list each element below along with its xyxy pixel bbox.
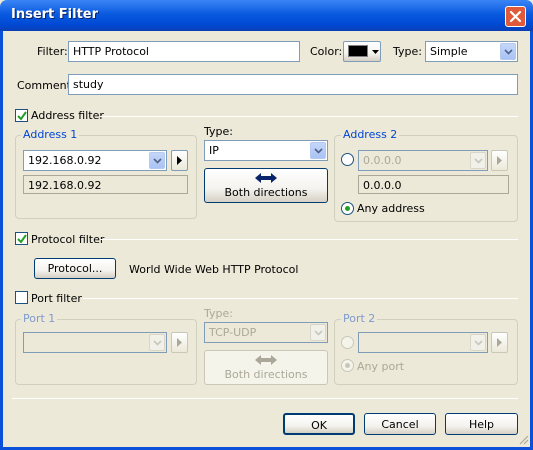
color-swatch (348, 45, 368, 57)
port2-select-arrow[interactable] (470, 334, 486, 351)
port2-specific-radio[interactable] (341, 336, 354, 349)
close-icon (509, 10, 522, 23)
address2-resolved: 0.0.0.0 (358, 175, 509, 194)
protocol-filter-separator (100, 239, 518, 240)
chevron-down-icon (314, 148, 323, 154)
address2-select[interactable]: 0.0.0.0 (358, 150, 488, 171)
port1-expand-button[interactable] (171, 332, 188, 353)
address-type-label: Type: (204, 125, 233, 138)
type-select[interactable]: Simple (425, 41, 518, 62)
address2-group-title: Address 2 (341, 128, 400, 141)
address2-specific-radio[interactable] (341, 153, 354, 166)
address-filter-label: Address filter (31, 109, 104, 122)
protocol-description: World Wide Web HTTP Protocol (129, 263, 299, 276)
port-filter-separator (83, 298, 518, 299)
help-button[interactable]: Help (445, 413, 518, 435)
port1-group-title: Port 1 (21, 312, 58, 325)
cancel-button[interactable]: Cancel (364, 413, 436, 435)
port2-select[interactable] (358, 332, 488, 353)
color-label: Color: (310, 45, 343, 58)
play-arrow-icon (177, 338, 182, 347)
address-filter-separator (100, 116, 518, 117)
chevron-down-icon (314, 330, 323, 336)
chevron-down-icon (474, 340, 483, 346)
ok-button[interactable]: OK (283, 413, 355, 435)
address2-expand-button[interactable] (491, 150, 508, 171)
double-arrow-icon (255, 173, 277, 183)
address2-select-value: 0.0.0.0 (363, 154, 402, 167)
filter-name-input[interactable]: HTTP Protocol (68, 41, 300, 62)
address1-group-title: Address 1 (21, 128, 80, 141)
port-type-label: Type: (204, 307, 233, 320)
port-type-value: TCP-UDP (209, 326, 257, 339)
chevron-down-icon (153, 340, 162, 346)
resize-grip-icon[interactable] (517, 433, 529, 445)
type-select-value: Simple (430, 45, 468, 58)
type-label: Type: (393, 45, 422, 58)
address-type-value: IP (209, 144, 219, 157)
checkmark-icon (17, 234, 27, 244)
protocol-filter-label: Protocol filter (31, 233, 105, 246)
comment-label: Comment: (17, 79, 75, 92)
play-arrow-icon (177, 156, 182, 165)
port1-select[interactable] (23, 332, 167, 353)
protocol-button[interactable]: Protocol... (34, 258, 116, 279)
play-arrow-icon (497, 338, 502, 347)
dropdown-arrow-icon (372, 50, 379, 54)
address2-any-radio[interactable] (341, 202, 354, 215)
port2-any-label: Any port (357, 360, 405, 373)
checkmark-icon (17, 111, 27, 121)
address-type-select[interactable]: IP (204, 140, 328, 161)
double-arrow-icon (255, 355, 277, 365)
port-filter-checkbox[interactable] (15, 291, 28, 304)
chevron-down-icon (504, 49, 513, 55)
window-title: Insert Filter (11, 7, 99, 22)
footer-separator (12, 398, 518, 399)
port-direction-label: Both directions (224, 368, 308, 381)
address1-select[interactable]: 192.168.0.92 (23, 150, 167, 171)
address-direction-label: Both directions (224, 186, 308, 199)
close-button[interactable] (505, 6, 526, 27)
port-filter-label: Port filter (31, 292, 82, 305)
comment-input[interactable]: study (68, 74, 518, 95)
address1-select-arrow[interactable] (149, 152, 165, 169)
address1-select-value: 192.168.0.92 (28, 154, 102, 167)
window-frame-left (0, 31, 3, 450)
play-arrow-icon (497, 156, 502, 165)
port2-group-title: Port 2 (341, 312, 378, 325)
protocol-filter-checkbox[interactable] (15, 232, 28, 245)
port2-expand-button[interactable] (491, 332, 508, 353)
port-direction-button[interactable]: Both directions (204, 350, 328, 385)
port-type-select-arrow[interactable] (310, 324, 326, 341)
chevron-down-icon (474, 158, 483, 164)
filter-label: Filter: (37, 45, 68, 58)
port-type-select[interactable]: TCP-UDP (204, 322, 328, 343)
address-direction-button[interactable]: Both directions (204, 168, 328, 203)
address1-expand-button[interactable] (171, 150, 188, 171)
address-filter-checkbox[interactable] (15, 109, 28, 122)
chevron-down-icon (153, 158, 162, 164)
address1-resolved: 192.168.0.92 (23, 175, 188, 194)
type-select-arrow[interactable] (500, 43, 516, 60)
color-picker[interactable] (343, 41, 381, 62)
address2-select-arrow[interactable] (470, 152, 486, 169)
address2-any-label: Any address (357, 202, 425, 215)
port1-select-arrow[interactable] (149, 334, 165, 351)
port2-any-radio[interactable] (341, 359, 354, 372)
address-type-select-arrow[interactable] (310, 142, 326, 159)
